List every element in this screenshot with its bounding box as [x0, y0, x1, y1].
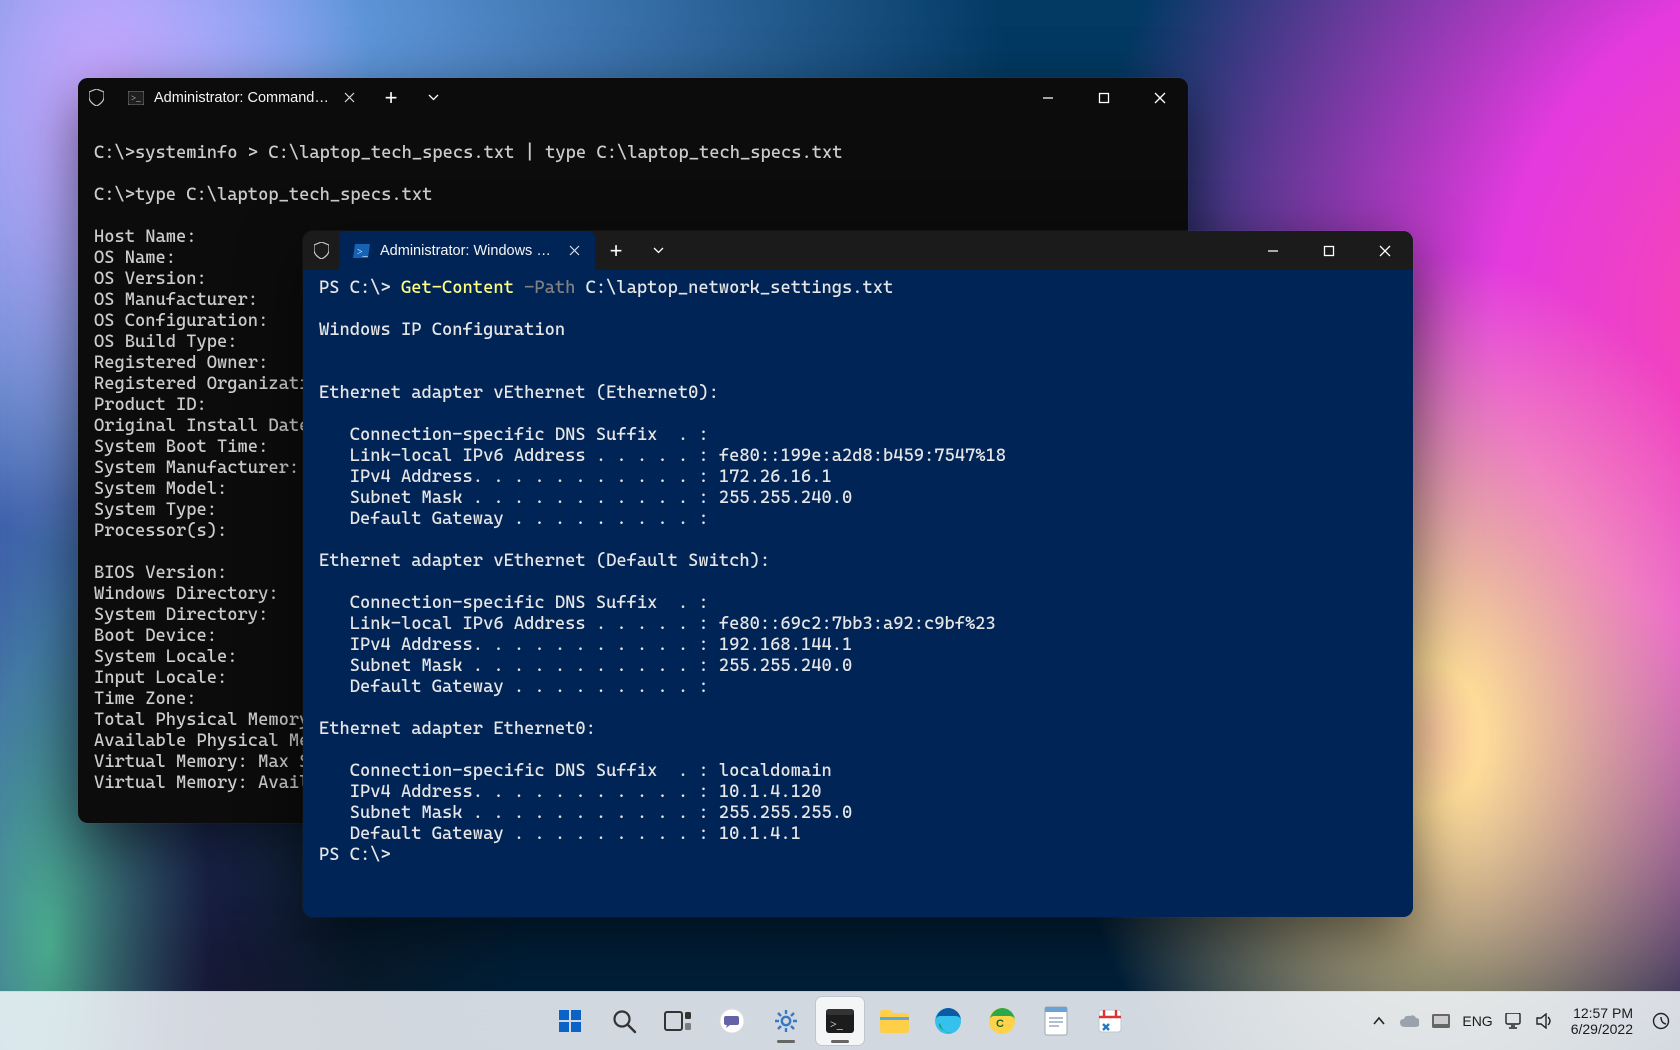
tab-command-prompt[interactable]: >_ Administrator: Command Pro — [114, 78, 370, 117]
edge2-icon: C — [988, 1007, 1016, 1035]
titlebar-drag[interactable] — [454, 78, 1020, 117]
svg-text:>_: >_ — [131, 93, 141, 103]
tab-close-icon[interactable] — [568, 244, 581, 258]
powershell-window[interactable]: >_ Administrator: Windows Powe + PS C:\>… — [303, 231, 1413, 917]
taskbar-app-start[interactable] — [546, 997, 594, 1045]
tab-dropdown-button[interactable] — [637, 231, 679, 270]
gear-icon — [772, 1007, 800, 1035]
clock[interactable]: 12:57 PM 6/29/2022 — [1571, 1005, 1633, 1037]
taskbar-app-terminal[interactable]: >_ — [816, 997, 864, 1045]
tray-overflow-icon[interactable] — [1369, 1012, 1388, 1031]
taskbar-app-settings[interactable] — [762, 997, 810, 1045]
tab-title: Administrator: Windows Powe — [380, 243, 558, 259]
svg-text:>_: >_ — [357, 247, 369, 258]
date: 6/29/2022 — [1571, 1021, 1633, 1037]
taskbar-app-task-view[interactable] — [654, 997, 702, 1045]
taskview-icon — [664, 1009, 692, 1033]
taskbar-app-file-explorer[interactable] — [870, 997, 918, 1045]
notifications-icon[interactable] — [1651, 1012, 1670, 1031]
taskbar-app-edge[interactable] — [924, 997, 972, 1045]
explorer-icon — [879, 1009, 909, 1033]
terminal-output[interactable]: PS C:\> Get-Content -Path C:\laptop_netw… — [303, 270, 1413, 917]
taskbar[interactable]: >_ C ENG — [0, 991, 1680, 1050]
powershell-icon: >_ — [353, 244, 370, 258]
titlebar[interactable]: >_ Administrator: Command Pro + — [78, 78, 1188, 117]
svg-text:C: C — [996, 1018, 1004, 1030]
minimize-button[interactable] — [1020, 78, 1076, 117]
taskbar-app-search[interactable] — [600, 997, 648, 1045]
taskbar-apps: >_ C — [546, 992, 1134, 1050]
onedrive-icon[interactable] — [1400, 1012, 1419, 1031]
win-icon — [556, 1007, 584, 1035]
language-indicator[interactable]: ENG — [1462, 1013, 1492, 1029]
new-tab-button[interactable]: + — [370, 78, 412, 117]
time: 12:57 PM — [1571, 1005, 1633, 1021]
desktop: >_ Administrator: Command Pro + C:\>syst… — [0, 0, 1680, 1050]
shield-admin-icon — [303, 231, 339, 270]
minimize-button[interactable] — [1245, 231, 1301, 270]
maximize-button[interactable] — [1076, 78, 1132, 117]
titlebar-drag[interactable] — [679, 231, 1245, 270]
volume-icon[interactable] — [1536, 1012, 1555, 1031]
maximize-button[interactable] — [1301, 231, 1357, 270]
terminal-icon: >_ — [825, 1008, 855, 1034]
cmd-prompt-icon: >_ — [128, 91, 144, 105]
new-tab-button[interactable]: + — [595, 231, 637, 270]
chat-icon — [718, 1007, 746, 1035]
tab-close-icon[interactable] — [343, 91, 356, 105]
close-window-button[interactable] — [1132, 78, 1188, 117]
tab-powershell[interactable]: >_ Administrator: Windows Powe — [339, 231, 595, 270]
search-icon — [611, 1008, 637, 1034]
system-tray[interactable]: ENG 12:57 PM 6/29/2022 — [1369, 992, 1680, 1050]
vm-tools-icon[interactable] — [1431, 1012, 1450, 1031]
taskbar-app-notepad[interactable] — [1032, 997, 1080, 1045]
shield-admin-icon — [78, 78, 114, 117]
taskbar-app-edge-canary[interactable]: C — [978, 997, 1026, 1045]
snip-icon — [1096, 1007, 1124, 1035]
tab-title: Administrator: Command Pro — [154, 90, 333, 106]
titlebar[interactable]: >_ Administrator: Windows Powe + — [303, 231, 1413, 270]
tab-dropdown-button[interactable] — [412, 78, 454, 117]
edge-icon — [934, 1007, 962, 1035]
taskbar-app-snipping-tool[interactable] — [1086, 997, 1134, 1045]
close-window-button[interactable] — [1357, 231, 1413, 270]
network-icon[interactable] — [1505, 1012, 1524, 1031]
taskbar-app-chat[interactable] — [708, 997, 756, 1045]
notepad-icon — [1044, 1006, 1068, 1036]
svg-text:>_: >_ — [830, 1017, 844, 1031]
